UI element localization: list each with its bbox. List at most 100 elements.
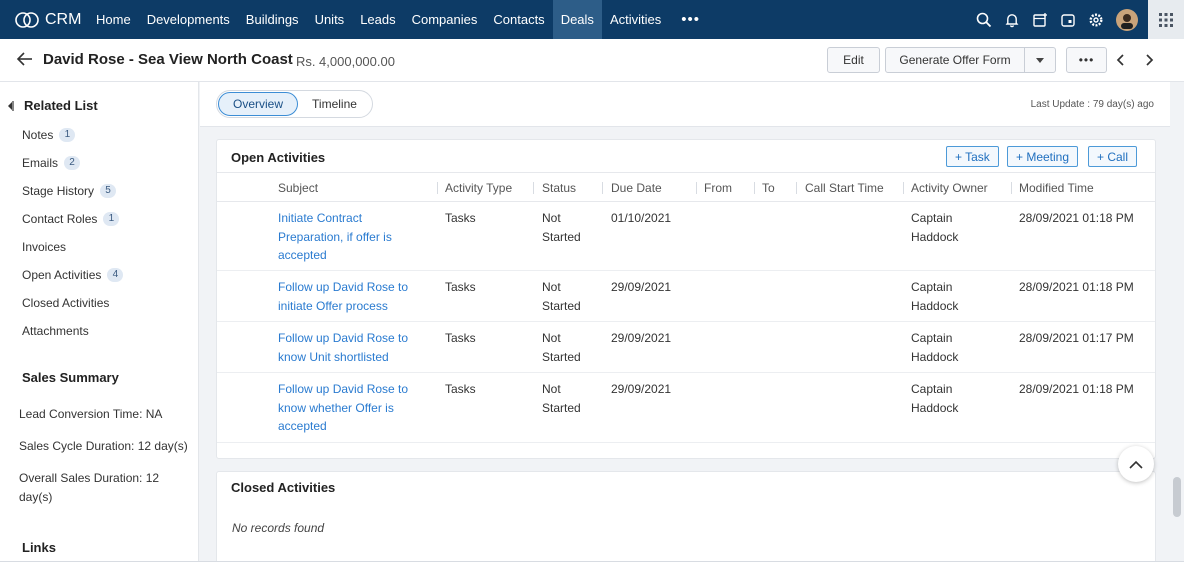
activity-status: Not Started [542, 331, 581, 364]
activity-subject-link[interactable]: Follow up David Rose to know Unit shortl… [278, 329, 413, 366]
nav-buildings[interactable]: Buildings [238, 0, 307, 39]
add-task-button[interactable]: + Task [946, 146, 999, 167]
count-badge: 5 [100, 184, 117, 198]
nav-companies[interactable]: Companies [404, 0, 486, 39]
apps-grid-icon[interactable] [1148, 0, 1184, 39]
activity-due-date: 29/09/2021 [611, 331, 672, 345]
closed-activities-card: Closed Activities No records found [216, 471, 1156, 568]
activity-status: Not Started [542, 382, 581, 415]
column-status[interactable]: Status [542, 181, 576, 195]
related-list-title: Related List [24, 98, 98, 113]
activity-modified-time: 28/09/2021 01:18 PM [1019, 382, 1134, 396]
tab-overview[interactable]: Overview [218, 92, 299, 116]
calendar-icon[interactable] [1054, 0, 1082, 39]
nav-deals[interactable]: Deals [552, 0, 602, 39]
bell-icon[interactable] [998, 0, 1026, 39]
table-row: Follow up David Rose to know Unit shortl… [217, 322, 1155, 373]
nav-units[interactable]: Units [307, 0, 353, 39]
column-separator [754, 182, 755, 194]
user-avatar-icon [1121, 13, 1133, 29]
activity-subject-link[interactable]: Initiate Contract Preparation, if offer … [278, 209, 413, 265]
generate-offer-form-button[interactable]: Generate Offer Form [885, 47, 1025, 73]
nav-more-button[interactable]: ••• [669, 0, 712, 39]
activity-owner: Captain Haddock [911, 211, 959, 244]
next-record-icon[interactable] [1144, 53, 1154, 70]
count-badge: 1 [59, 128, 76, 142]
sales-cycle-duration: Sales Cycle Duration: 12 day(s) [19, 439, 188, 453]
activity-owner: Captain Haddock [911, 280, 959, 313]
crm-logo-icon [15, 11, 39, 28]
previous-record-icon[interactable] [1116, 53, 1126, 70]
sidebar-item-notes[interactable]: Notes 1 [22, 128, 76, 142]
nav-developments[interactable]: Developments [139, 0, 238, 39]
back-arrow-icon[interactable] [16, 51, 34, 70]
sidebar-item-open-activities[interactable]: Open Activities 4 [22, 268, 124, 282]
column-subject[interactable]: Subject [278, 181, 318, 195]
column-to[interactable]: To [762, 181, 775, 195]
scrollbar-thumb[interactable] [1173, 477, 1181, 517]
column-separator [602, 182, 603, 194]
calendar-add-icon[interactable] [1026, 0, 1054, 39]
add-meeting-button[interactable]: + Meeting [1007, 146, 1079, 167]
table-row: Follow up David Rose to know whether Off… [217, 373, 1155, 443]
table-row: Initiate Contract Preparation, if offer … [217, 202, 1155, 271]
nav-home[interactable]: Home [88, 0, 139, 39]
tab-timeline[interactable]: Timeline [298, 92, 371, 116]
column-from[interactable]: From [704, 181, 732, 195]
activity-type: Tasks [445, 331, 476, 345]
column-separator [437, 182, 438, 194]
chevron-up-icon [1129, 460, 1143, 469]
sidebar-item-label: Invoices [22, 240, 67, 254]
sidebar-item-label: Attachments [22, 324, 89, 338]
related-list-header[interactable]: Related List [6, 98, 98, 113]
column-separator [533, 182, 534, 194]
open-activities-title: Open Activities [231, 150, 326, 165]
top-nav: CRM Home Developments Buildings Units Le… [0, 0, 1184, 39]
gear-icon[interactable] [1082, 0, 1110, 39]
column-due-date[interactable]: Due Date [611, 181, 662, 195]
crm-logo[interactable]: CRM [0, 0, 88, 39]
nav-contacts[interactable]: Contacts [485, 0, 552, 39]
table-header: Subject Activity Type Status Due Date Fr… [217, 172, 1155, 202]
activity-modified-time: 28/09/2021 01:17 PM [1019, 331, 1134, 345]
record-title: David Rose - Sea View North Coast [43, 51, 293, 68]
sidebar-item-closed-activities[interactable]: Closed Activities [22, 296, 109, 310]
links-title: Links [22, 540, 56, 555]
avatar[interactable] [1116, 8, 1138, 31]
column-activity-owner[interactable]: Activity Owner [911, 181, 988, 195]
column-call-start-time[interactable]: Call Start Time [805, 181, 884, 195]
column-activity-type[interactable]: Activity Type [445, 181, 512, 195]
activity-owner: Captain Haddock [911, 382, 959, 415]
sidebar-item-invoices[interactable]: Invoices [22, 240, 66, 254]
record-amount: - Rs. 4,000,000.00 [288, 54, 395, 69]
column-separator [903, 182, 904, 194]
search-icon[interactable] [970, 0, 998, 39]
sidebar-item-attachments[interactable]: Attachments [22, 324, 89, 338]
more-actions-button[interactable]: ••• [1066, 47, 1107, 73]
related-list-sidebar: Related List Notes 1 Emails 2 Stage Hist… [0, 82, 199, 568]
tab-bar: Overview Timeline Last Update : 79 day(s… [200, 82, 1170, 127]
count-badge: 1 [103, 212, 120, 226]
sidebar-item-stage-history[interactable]: Stage History 5 [22, 184, 117, 198]
scroll-to-top-button[interactable] [1118, 446, 1154, 482]
activity-owner: Captain Haddock [911, 331, 959, 364]
add-call-button[interactable]: + Call [1088, 146, 1138, 167]
activity-modified-time: 28/09/2021 01:18 PM [1019, 280, 1134, 294]
sidebar-item-label: Closed Activities [22, 296, 110, 310]
main-content: Overview Timeline Last Update : 79 day(s… [200, 82, 1184, 568]
last-update-text: Last Update : 79 day(s) ago [1030, 99, 1154, 110]
sidebar-item-emails[interactable]: Emails 2 [22, 156, 81, 170]
nav-leads[interactable]: Leads [352, 0, 403, 39]
sidebar-item-label: Open Activities [22, 268, 102, 282]
edit-button[interactable]: Edit [827, 47, 880, 73]
overall-sales-duration: Overall Sales Duration: 12 day(s) [19, 471, 160, 504]
collapse-sidebar-icon[interactable] [6, 100, 14, 112]
generate-offer-dropdown[interactable] [1024, 47, 1056, 73]
sidebar-item-contact-roles[interactable]: Contact Roles 1 [22, 212, 120, 226]
activity-type: Tasks [445, 280, 476, 294]
nav-activities[interactable]: Activities [602, 0, 669, 39]
vertical-scrollbar[interactable] [1170, 127, 1184, 568]
column-modified-time[interactable]: Modified Time [1019, 181, 1094, 195]
activity-subject-link[interactable]: Follow up David Rose to initiate Offer p… [278, 278, 413, 315]
activity-subject-link[interactable]: Follow up David Rose to know whether Off… [278, 380, 413, 436]
